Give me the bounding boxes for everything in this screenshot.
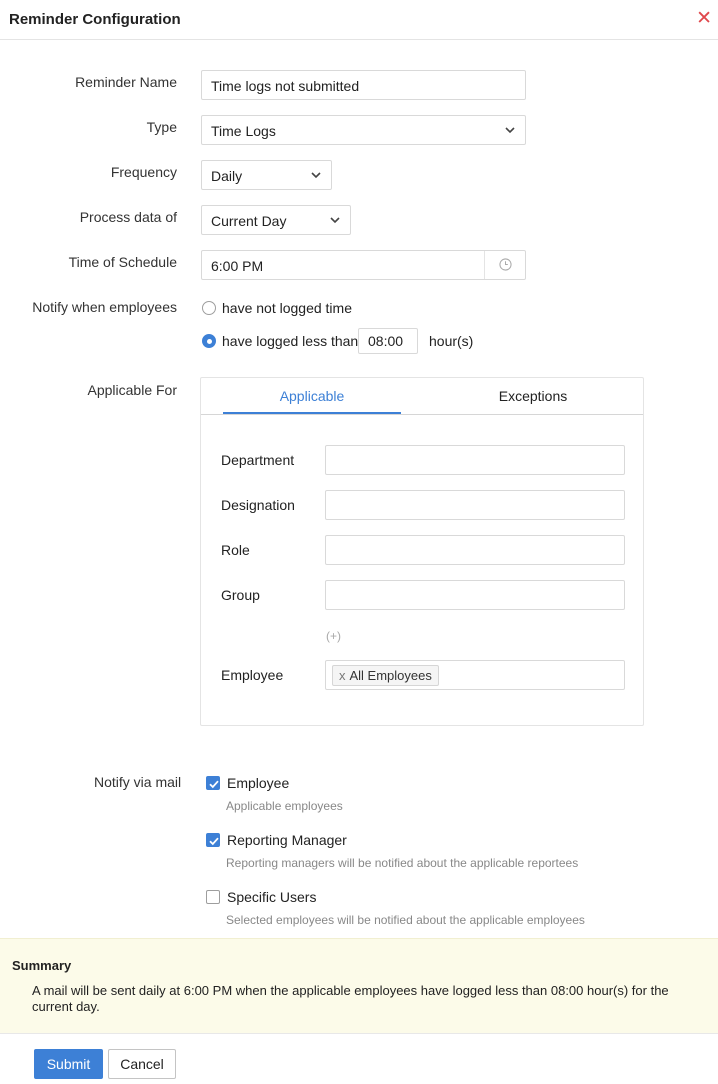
employee-help-text: Applicable employees <box>226 799 343 813</box>
summary-title: Summary <box>12 958 72 973</box>
notify-when-label: Notify when employees <box>32 299 177 315</box>
summary-text: A mail will be sent daily at 6:00 PM whe… <box>32 983 669 1014</box>
active-tab-indicator <box>223 412 401 414</box>
radio-logged-less-label: have logged less than <box>222 333 359 349</box>
schedule-time-value: 6:00 PM <box>211 258 264 274</box>
frequency-label: Frequency <box>110 164 177 180</box>
schedule-label: Time of Schedule <box>68 254 177 270</box>
reminder-name-value: Time logs not submitted <box>211 78 360 94</box>
hours-value: 08:00 <box>368 333 404 349</box>
role-label: Role <box>221 542 250 558</box>
chevron-down-icon <box>311 172 321 179</box>
applicable-for-label: Applicable For <box>87 382 178 398</box>
frequency-select[interactable]: Daily <box>201 160 332 190</box>
process-data-label: Process data of <box>79 209 177 225</box>
department-input[interactable] <box>325 445 625 475</box>
designation-label: Designation <box>221 497 295 513</box>
process-data-value: Current Day <box>211 213 287 229</box>
hours-unit: hour(s) <box>429 333 474 349</box>
type-label: Type <box>146 119 177 135</box>
clock-divider <box>484 251 485 279</box>
dialog-header: Reminder Configuration ✕ <box>0 0 718 40</box>
hours-input[interactable]: 08:00 <box>358 328 418 354</box>
employee-label: Employee <box>221 667 284 683</box>
process-data-select[interactable]: Current Day <box>201 205 351 235</box>
chevron-down-icon <box>330 217 340 224</box>
frequency-value: Daily <box>211 168 243 184</box>
reminder-name-label: Reminder Name <box>75 74 177 90</box>
reporting-manager-help-text: Reporting managers will be notified abou… <box>226 856 579 870</box>
reporting-manager-checkbox[interactable] <box>206 833 220 847</box>
employee-input[interactable]: x All Employees <box>325 660 625 690</box>
radio-not-logged[interactable] <box>202 301 216 315</box>
employee-chip-label: All Employees <box>349 668 432 683</box>
tab-applicable[interactable]: Applicable <box>223 378 401 414</box>
employee-chip: x All Employees <box>332 665 439 686</box>
applicable-panel: Applicable Exceptions Department Designa… <box>200 377 644 726</box>
check-icon <box>209 780 219 789</box>
radio-logged-less[interactable] <box>202 334 216 348</box>
reminder-name-input[interactable]: Time logs not submitted <box>201 70 526 100</box>
group-label: Group <box>221 587 260 603</box>
close-icon[interactable]: ✕ <box>696 9 712 29</box>
type-value: Time Logs <box>211 123 276 139</box>
employee-checkbox[interactable] <box>206 776 220 790</box>
radio-not-logged-label: have not logged time <box>222 300 352 316</box>
specific-users-checkbox-label: Specific Users <box>227 889 317 905</box>
summary-box: Summary A mail will be sent daily at 6:0… <box>0 938 718 1034</box>
group-input[interactable] <box>325 580 625 610</box>
tab-exceptions[interactable]: Exceptions <box>423 378 643 414</box>
type-select[interactable]: Time Logs <box>201 115 526 145</box>
role-input[interactable] <box>325 535 625 565</box>
employee-checkbox-label: Employee <box>227 775 290 791</box>
specific-users-help-text: Selected employees will be notified abou… <box>226 913 585 927</box>
notify-mail-label: Notify via mail <box>94 774 182 790</box>
clock-icon[interactable] <box>499 258 512 271</box>
tab-divider <box>201 414 643 415</box>
schedule-time-input[interactable]: 6:00 PM <box>201 250 526 280</box>
designation-input[interactable] <box>325 490 625 520</box>
add-criteria-button[interactable]: (+) <box>326 629 341 643</box>
chevron-down-icon <box>505 127 515 134</box>
reporting-manager-checkbox-label: Reporting Manager <box>227 832 347 848</box>
dialog-title: Reminder Configuration <box>9 11 181 28</box>
specific-users-checkbox[interactable] <box>206 890 220 904</box>
cancel-button[interactable]: Cancel <box>108 1049 176 1079</box>
check-icon <box>209 837 219 846</box>
chip-remove-icon[interactable]: x <box>339 668 346 683</box>
department-label: Department <box>221 452 295 468</box>
submit-button[interactable]: Submit <box>34 1049 103 1079</box>
